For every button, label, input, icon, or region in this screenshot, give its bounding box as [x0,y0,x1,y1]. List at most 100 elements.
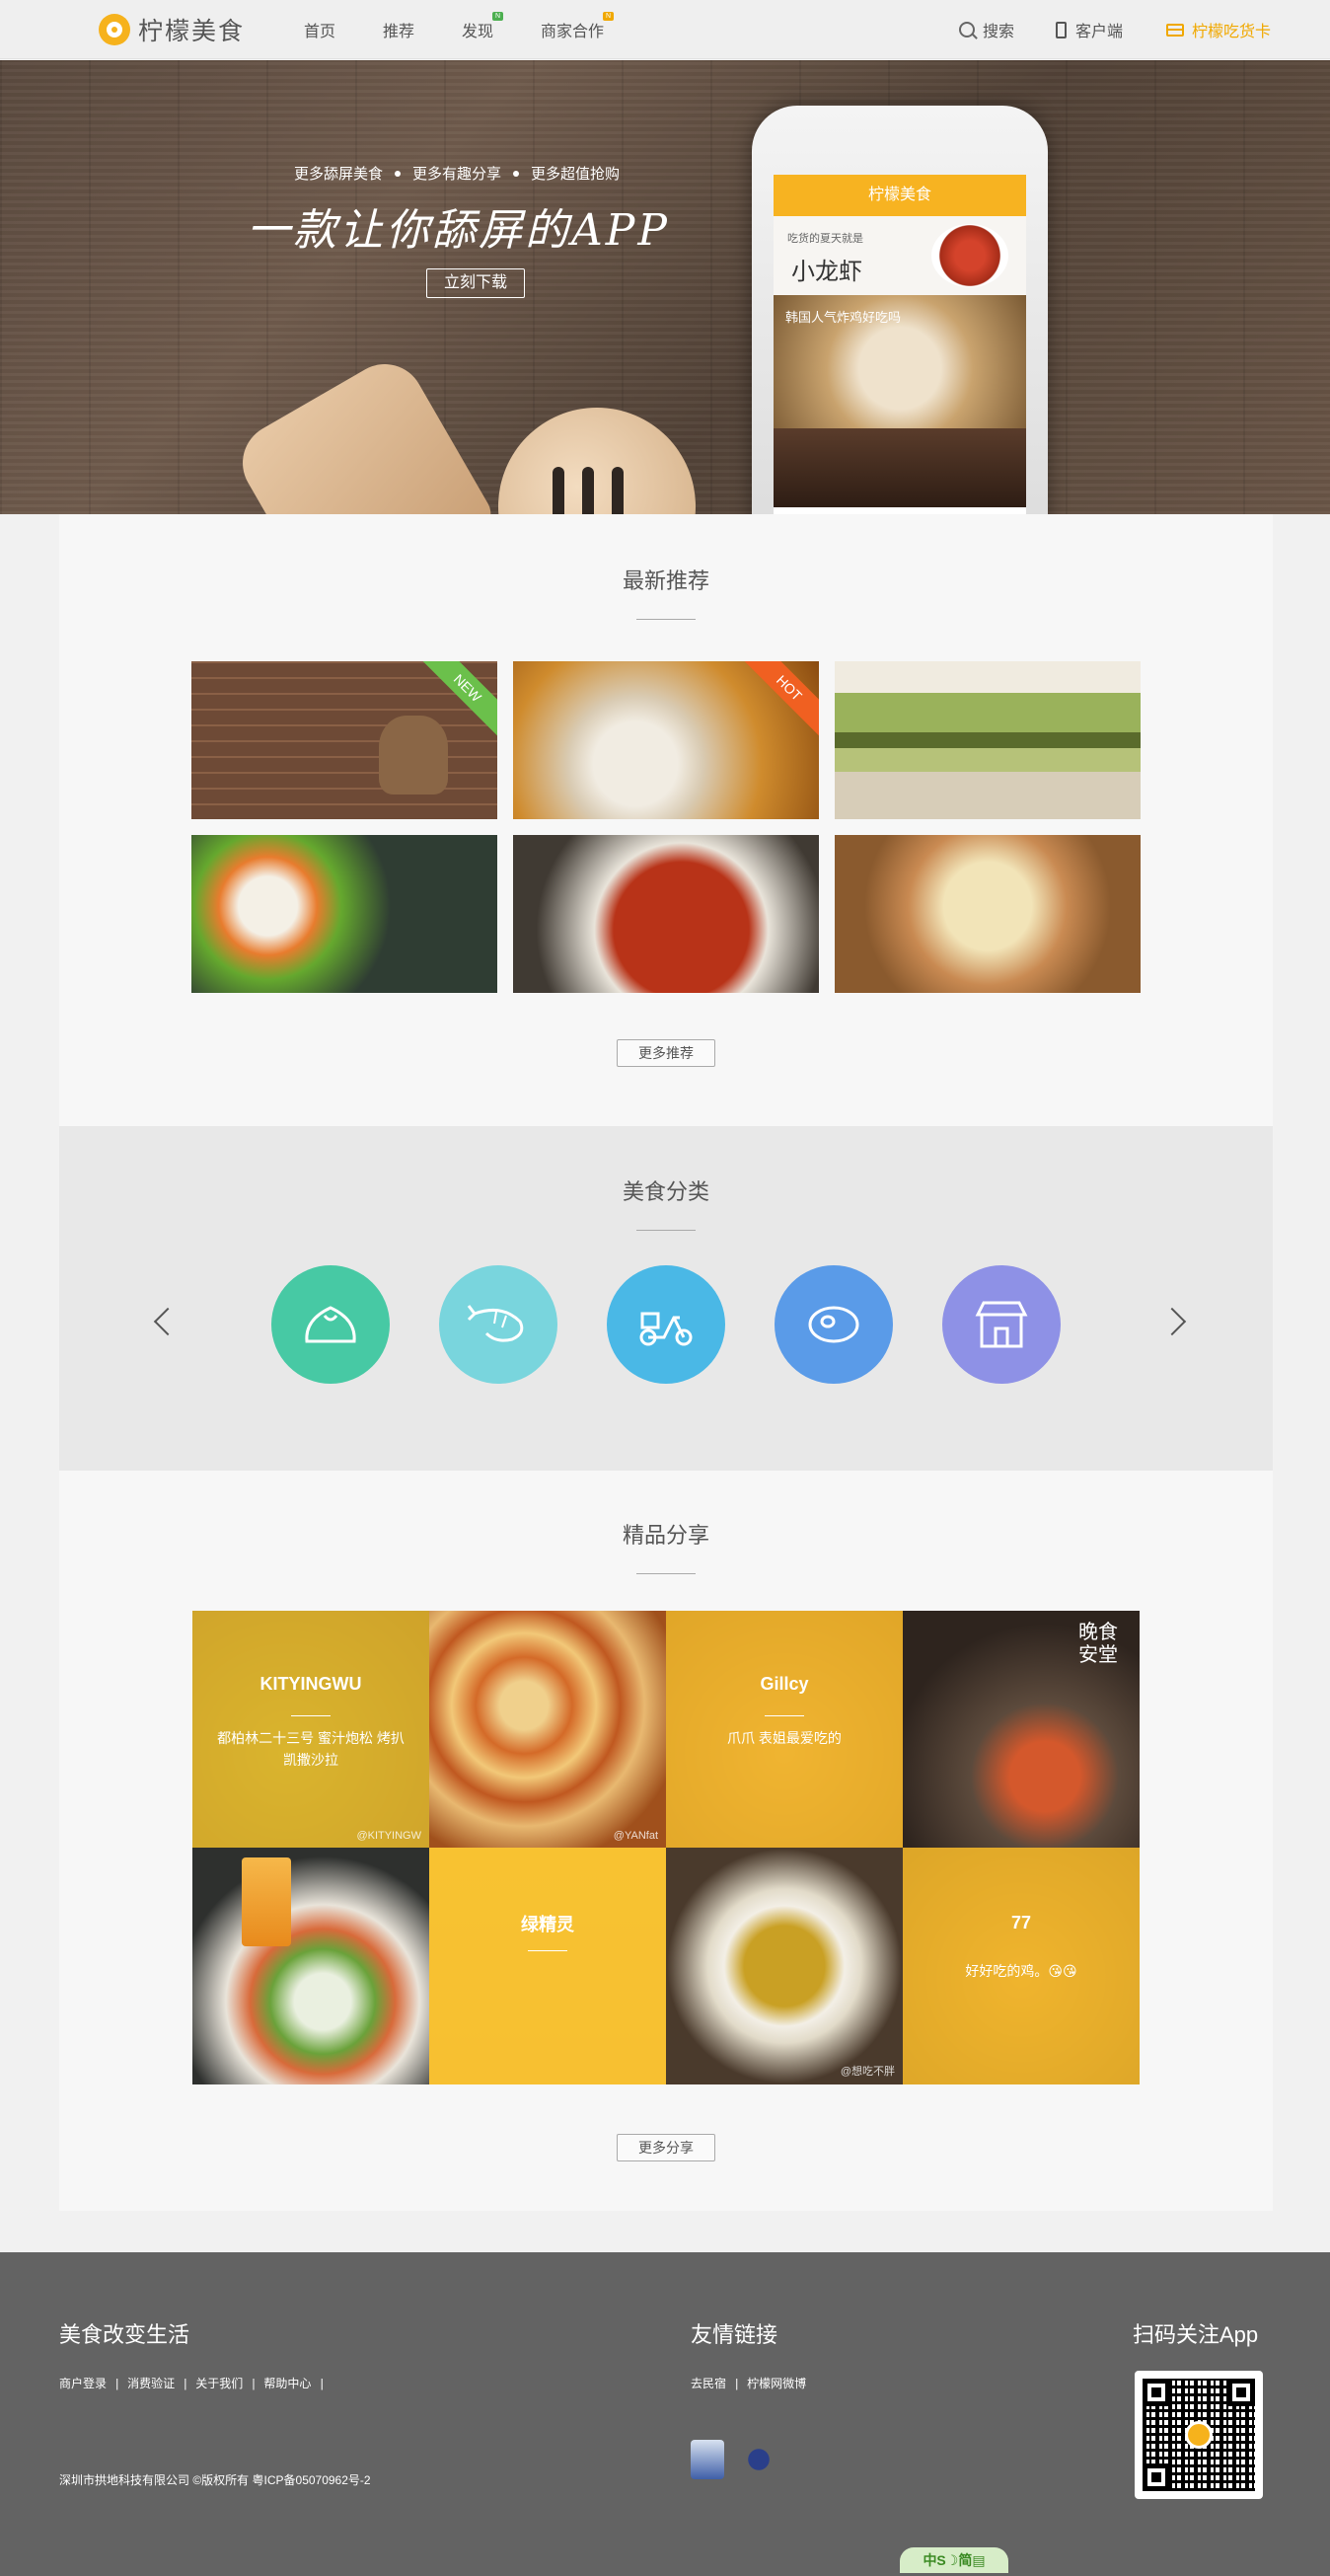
share-card[interactable]: 77 好好吃的鸡。😘😘 [903,1848,1140,2084]
recommend-title: 最新推荐 [622,568,709,593]
bun-icon [305,1306,356,1343]
nav-home[interactable]: 首页 [304,18,335,41]
input-method-badge[interactable]: 中S☽简▤ [900,2547,1008,2573]
link-separator: | [184,2376,187,2390]
share-card[interactable] [192,1848,429,2084]
nav-recommend[interactable]: 推荐 [383,18,414,41]
spoon-slot [553,467,564,514]
crayfish-plate-image [931,224,1008,287]
nav-home-label: 首页 [304,24,336,40]
share-divider [291,1715,331,1716]
share-card[interactable]: 绿精灵 [429,1848,666,2084]
hero-tag: 更多有趣分享 [412,166,502,183]
scooter-icon [639,1312,693,1346]
late-canteen-logo: 晚食 安堂 [1078,1620,1118,1666]
share-author: 77 [1010,1913,1032,1932]
link-separator: | [252,2376,256,2390]
about-us-link[interactable]: 关于我们 [195,2375,243,2391]
category-meat[interactable] [775,1265,893,1384]
link-separator: | [735,2376,739,2390]
category-seafood[interactable] [439,1265,557,1384]
merchant-login-link[interactable]: 商户登录 [59,2375,107,2391]
teddy-bear-image [379,716,448,795]
hero-tag: 更多超值抢购 [531,166,621,183]
consume-verify-link[interactable]: 消费验证 [127,2375,175,2391]
nav-business-label: 商家合作 [541,24,605,40]
share-card[interactable]: @YANfat [429,1611,666,1848]
share-watermark: @想吃不胖 [840,2066,895,2078]
title-underline [636,619,696,620]
dot-separator [395,170,402,177]
copyright-text: 深圳市拱地科技有限公司 ©版权所有 粤ICP备05070962号-2 [59,2473,371,2487]
nav-business[interactable]: 商家合作 N [541,12,615,41]
card-caption: 韩国人气炸鸡好吃吗 [785,310,902,325]
recommend-item[interactable]: HOT [513,661,819,819]
card-icon [1165,23,1184,37]
more-share-button[interactable]: 更多分享 [617,2134,715,2161]
hero-banner: 更多舔屏美食 更多有趣分享 更多超值抢购 一款让你舔屏的APP 立刻下载 柠檬美… [0,60,1330,514]
share-description: 都柏林二十三号 蜜汁炮松 烤扒凯撒沙拉 [217,1730,405,1768]
title-underline [636,1230,696,1231]
share-watermark: @KITYINGW [356,1830,421,1842]
phone-screen: 柠檬美食 吃货的夏天就是 小龙虾 韩国人气炸鸡好吃吗 [774,175,1026,514]
site-logo[interactable]: 柠檬美食 [99,13,245,46]
main-nav: 首页 推荐 发现 N 商家合作 N [304,0,651,59]
guesthouse-link[interactable]: 去民宿 [691,2375,726,2391]
title-underline [636,1573,696,1574]
category-delivery[interactable] [607,1265,725,1384]
qr-finder [1143,2463,1170,2491]
category-shop[interactable] [942,1265,1061,1384]
download-button[interactable]: 立刻下载 [426,268,525,298]
qr-pattern [1143,2379,1255,2491]
top-header: 柠檬美食 首页 推荐 发现 N 商家合作 N 搜索 客户端 柠檬吃货卡 [0,0,1330,59]
police-badge-icon[interactable] [742,2440,776,2479]
app-title: 柠檬美食 [867,187,931,203]
recommend-item[interactable] [835,835,1141,993]
search-button[interactable]: 搜索 [958,18,1014,41]
share-description: 爪爪 表姐最爱吃的 [727,1730,842,1746]
phone-mockup: 柠檬美食 吃货的夏天就是 小龙虾 韩国人气炸鸡好吃吗 [752,106,1048,514]
lemon-logo-icon [99,14,130,45]
new-badge: N [603,12,615,21]
qr-title: 扫码关注App [1133,2322,1259,2347]
client-label: 客户端 [1074,24,1123,40]
shrimp-icon [467,1305,524,1342]
nav-discover-label: 发现 [462,24,494,40]
friend-links-title: 友情链接 [691,2322,778,2347]
share-card[interactable]: KITYINGWU 都柏林二十三号 蜜汁炮松 烤扒凯撒沙拉 @KITYINGW [192,1611,429,1848]
logo-text: 柠檬美食 [138,18,246,45]
share-divider [765,1715,804,1716]
nav-recommend-label: 推荐 [383,24,415,40]
wooden-spatula-image [228,349,498,514]
share-watermark: @YANfat [613,1830,658,1842]
footer-slogan: 美食改变生活 [59,2322,190,2347]
app-title-bar: 柠檬美食 [774,175,1026,216]
recommend-item[interactable] [835,661,1141,819]
share-author: KITYINGWU [259,1674,362,1694]
spoon-slot [582,467,594,514]
more-recommend-button[interactable]: 更多推荐 [617,1039,715,1067]
new-badge: N [492,12,504,21]
share-card[interactable]: @想吃不胖 [666,1848,903,2084]
help-center-link[interactable]: 帮助中心 [263,2375,311,2391]
share-author: Gillcy [760,1674,809,1694]
share-card[interactable]: Gillcy 爪爪 表姐最爱吃的 [666,1611,903,1848]
client-button[interactable]: 客户端 [1055,18,1123,41]
recommend-item[interactable] [513,835,819,993]
weibo-link[interactable]: 柠檬网微博 [747,2375,806,2391]
foodie-card-button[interactable]: 柠檬吃货卡 [1165,18,1271,41]
juice-glass-image [242,1857,291,1946]
category-bun[interactable] [271,1265,390,1384]
share-section: 精品分享 KITYINGWU 都柏林二十三号 蜜汁炮松 烤扒凯撒沙拉 @KITY… [59,1471,1273,2211]
recommend-item[interactable]: NEW [191,661,497,819]
nav-discover[interactable]: 发现 N [462,12,504,41]
prev-arrow-icon[interactable] [153,1307,183,1336]
hero-title: 一款让你舔屏的APP [247,205,670,256]
share-description: 好好吃的鸡。😘😘 [965,1963,1077,1979]
header-actions: 搜索 客户端 柠檬吃货卡 [958,0,1330,59]
recommend-item[interactable] [191,835,497,993]
certification-badge-icon[interactable] [691,2440,724,2479]
share-card[interactable]: 晚食 安堂 [903,1611,1140,1848]
share-author: 绿精灵 [521,1915,574,1934]
next-arrow-icon[interactable] [1157,1307,1187,1336]
